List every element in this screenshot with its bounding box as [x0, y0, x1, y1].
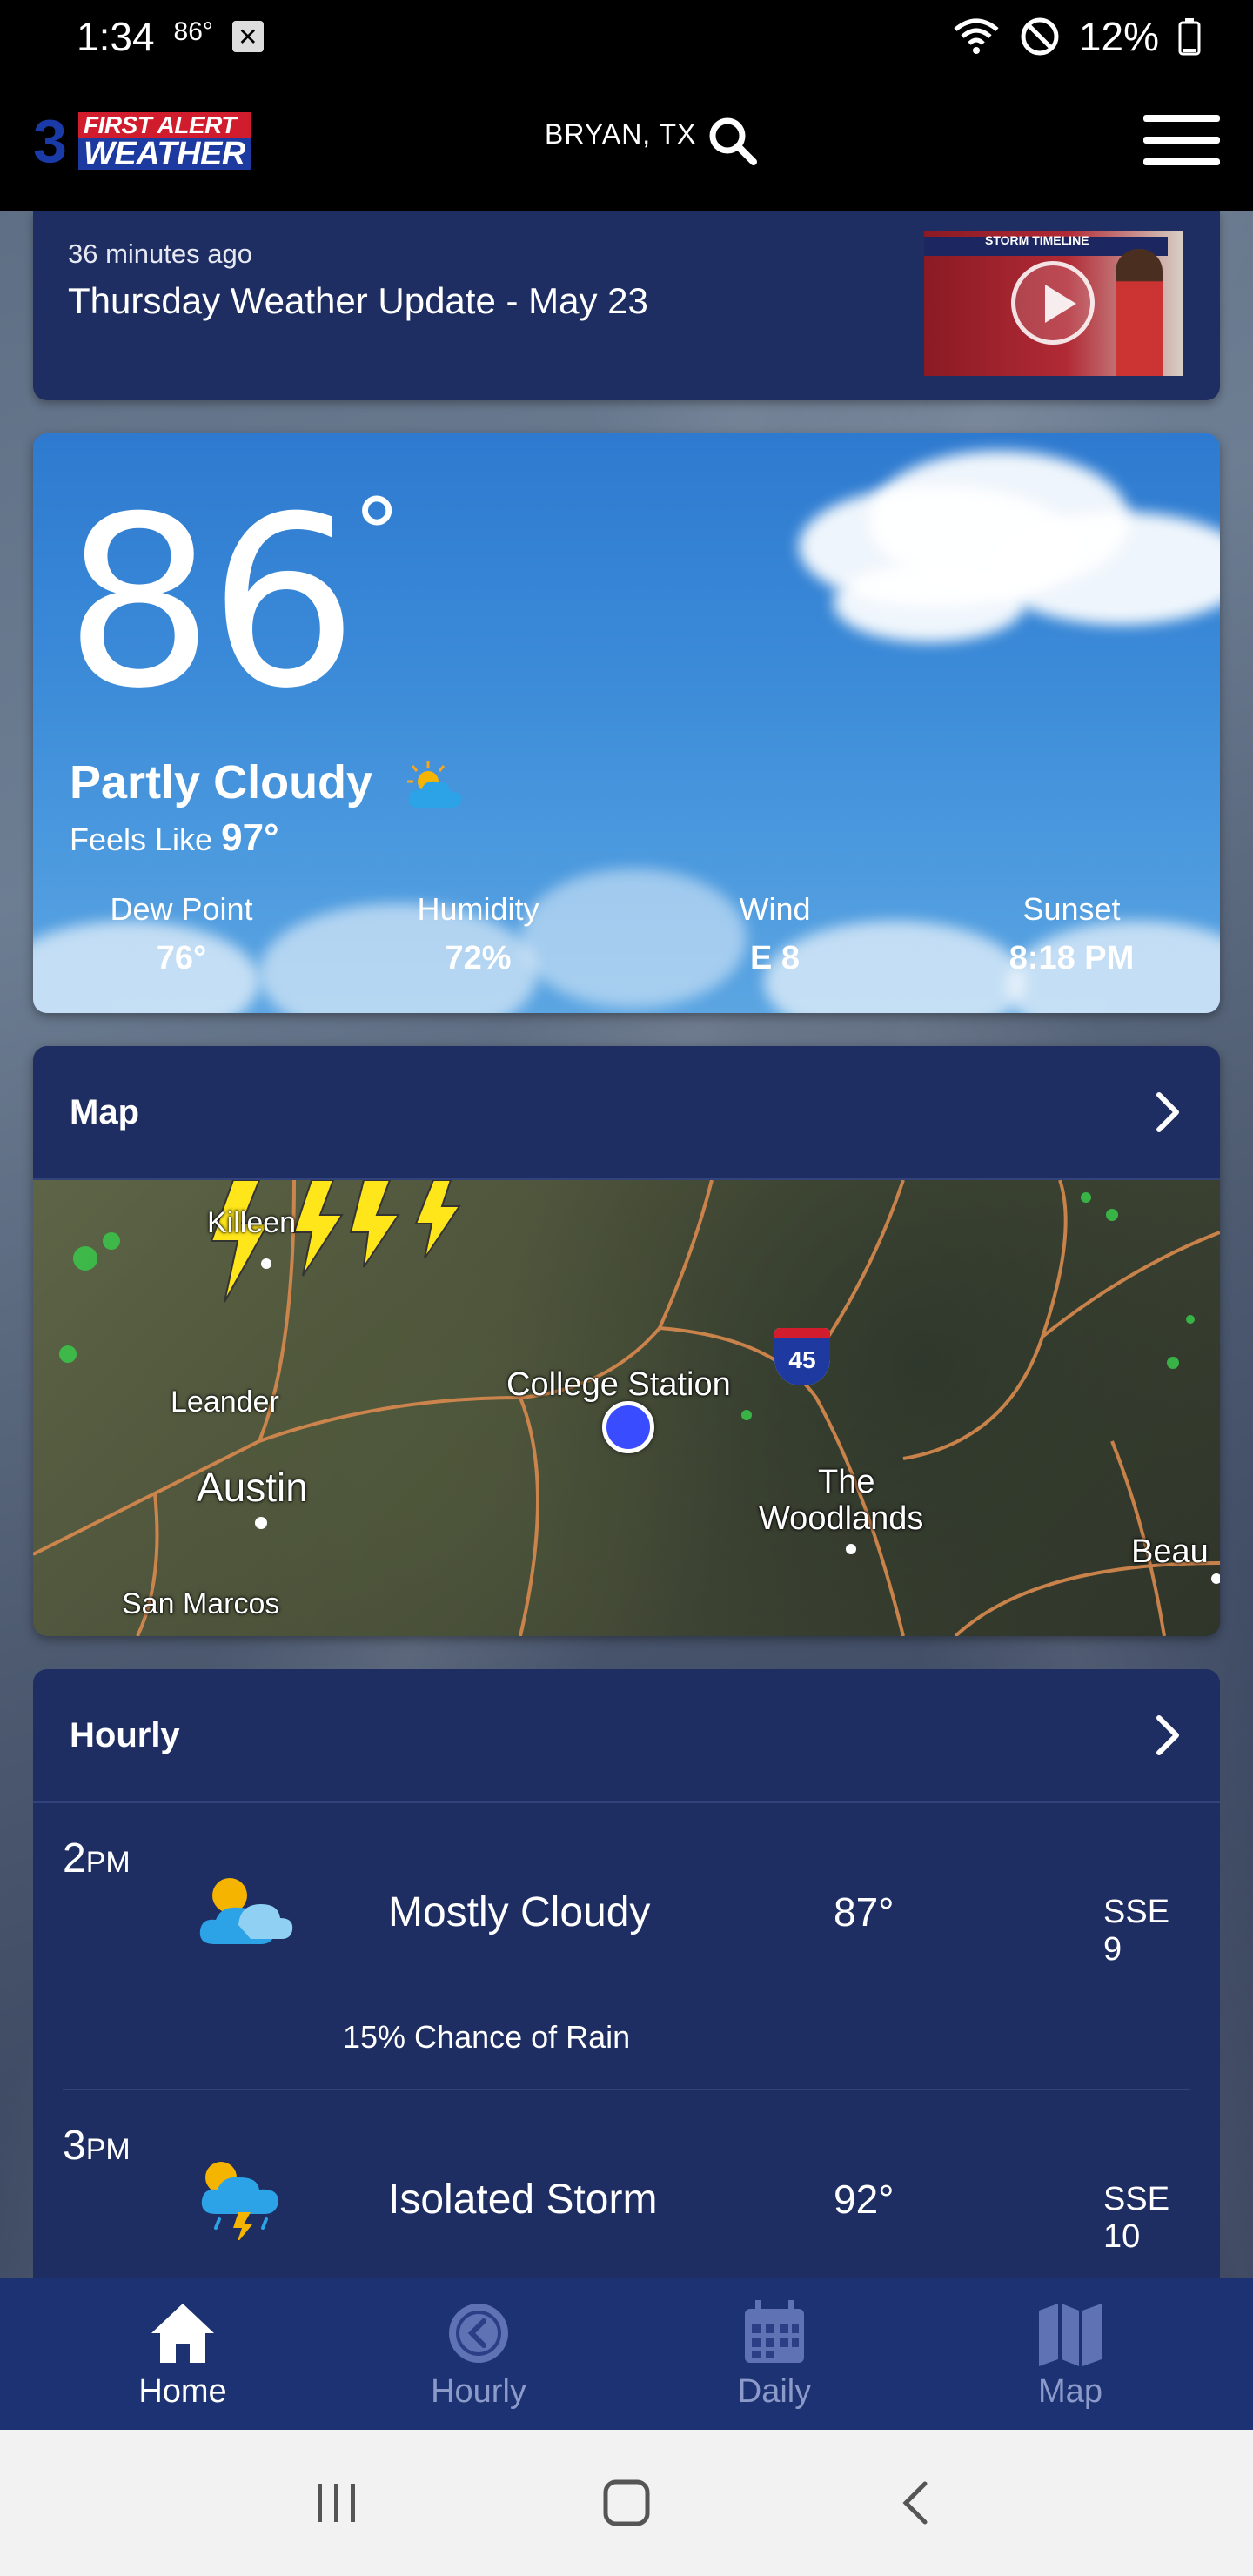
calendar-icon [745, 2299, 804, 2363]
interstate-shield-icon: 45 [774, 1328, 830, 1385]
tab-hourly[interactable]: Hourly [365, 2298, 592, 2411]
degree-symbol: ° [352, 478, 401, 589]
hour-wind: SSE 9 [1103, 1894, 1170, 1968]
hour-time: 3PM [63, 2123, 131, 2169]
video-time-ago: 36 minutes ago [68, 238, 252, 269]
notification-icon: ✕ [231, 21, 264, 52]
app-header: 3 FIRST ALERT WEATHER BRYAN, TX [0, 73, 1253, 211]
hourly-card-title: Hourly [70, 1715, 180, 1754]
tab-map[interactable]: Map [957, 2298, 1183, 2411]
hour-time: 2PM [63, 1835, 131, 1882]
logo-text-first-alert: FIRST ALERT [78, 112, 251, 138]
hour-temperature: 87° [834, 1889, 895, 1935]
home-icon [151, 2303, 214, 2363]
hourly-card[interactable]: Hourly 2PM Mostly Cloudy 87° SSE 9 15% C… [33, 1669, 1220, 2278]
feels-like-value: 97° [221, 816, 279, 859]
status-time: 1:34 [77, 14, 155, 59]
map-card[interactable]: Map Killeen Leander Austin San Marcos Co… [33, 1046, 1220, 1636]
hour-rain-chance: 15% Chance of Rain [343, 2019, 631, 2055]
mostly-cloudy-icon [199, 1878, 293, 1944]
tab-home[interactable]: Home [70, 2298, 296, 2411]
map-label-the: The [818, 1464, 875, 1500]
app-logo[interactable]: 3 FIRST ALERT WEATHER [33, 111, 270, 171]
stat-humidity: Humidity 72% [417, 891, 539, 976]
feels-like-label: Feels Like [70, 822, 213, 857]
home-square-icon [603, 2479, 650, 2526]
clock-back-icon [449, 2303, 508, 2363]
battery-icon [1178, 18, 1201, 56]
map-label-san-marcos: San Marcos [122, 1587, 280, 1620]
stat-wind: Wind E 8 [739, 891, 811, 976]
tab-label-hourly: Hourly [431, 2372, 526, 2410]
back-button[interactable] [881, 2468, 951, 2538]
map-card-header[interactable]: Map [33, 1046, 1220, 1180]
status-bar: 1:34 86° ✕ 12% [0, 0, 1253, 73]
logo-mark: 3 [33, 107, 67, 175]
tab-daily[interactable]: Daily [661, 2298, 888, 2411]
map-label-leander: Leander [171, 1385, 279, 1419]
battery-percent: 12% [1078, 14, 1159, 59]
hourly-row[interactable]: 2PM Mostly Cloudy 87° SSE 9 15% Chance o… [63, 1803, 1190, 2090]
video-thumbnail[interactable]: STORM TIMELINE [924, 231, 1183, 376]
status-temp: 86° [173, 17, 213, 46]
system-nav-bar [0, 2430, 1253, 2576]
video-title: Thursday Weather Update - May 23 [68, 280, 648, 321]
current-temperature: 86° [64, 466, 401, 740]
map-label-woodlands: Woodlands [759, 1500, 924, 1537]
search-icon[interactable] [705, 113, 761, 169]
map-card-title: Map [70, 1092, 139, 1131]
stat-sunset: Sunset 8:18 PM [1008, 891, 1135, 976]
thumbnail-header-text: STORM TIMELINE [985, 233, 1089, 247]
current-conditions-card: 86° Partly Cloudy Feels Like 97° Dew Poi… [33, 433, 1220, 1013]
wifi-icon [954, 18, 999, 54]
map-label-college-station: College Station [506, 1366, 731, 1403]
bottom-tab-bar: Home Hourly Daily Map [0, 2278, 1253, 2430]
partly-cloudy-icon [407, 761, 462, 808]
hourly-card-header[interactable]: Hourly [33, 1669, 1220, 1803]
recent-apps-button[interactable] [302, 2468, 372, 2538]
feels-like: Feels Like 97° [70, 816, 279, 860]
home-button[interactable] [592, 2468, 661, 2538]
video-update-card[interactable]: 36 minutes ago Thursday Weather Update -… [33, 211, 1220, 400]
hour-temperature: 92° [834, 2177, 895, 2222]
tab-label-home: Home [138, 2372, 227, 2410]
current-location-marker [602, 1401, 654, 1453]
tab-label-map: Map [1038, 2372, 1102, 2410]
hour-condition: Isolated Storm [388, 2177, 658, 2223]
do-not-disturb-icon [1021, 17, 1059, 56]
hourly-row[interactable]: 3PM Isolated Storm 92° SSE 10 [63, 2090, 1190, 2278]
play-icon[interactable] [1011, 261, 1095, 345]
storm-icon [201, 2162, 278, 2240]
chevron-right-icon[interactable] [1150, 1086, 1185, 1138]
current-condition: Partly Cloudy [70, 756, 373, 808]
map-label-beaumont: Beau [1131, 1533, 1209, 1570]
map-icon [1039, 2303, 1102, 2366]
hour-wind: SSE 10 [1103, 2181, 1170, 2255]
conditions-stats: Dew Point 76° Humidity 72% Wind E 8 Suns… [33, 891, 1220, 977]
recent-apps-icon [317, 2484, 355, 2522]
map-label-austin: Austin [197, 1465, 308, 1510]
chevron-right-icon[interactable] [1150, 1709, 1185, 1761]
hour-condition: Mostly Cloudy [388, 1889, 651, 1935]
stat-dew-point: Dew Point 76° [110, 891, 253, 976]
logo-text-weather: WEATHER [78, 138, 251, 171]
back-chevron-icon [902, 2481, 928, 2525]
location-label[interactable]: BRYAN, TX [545, 118, 696, 151]
hamburger-menu-icon[interactable] [1143, 115, 1223, 171]
tab-label-daily: Daily [737, 2372, 812, 2410]
radar-map[interactable]: Killeen Leander Austin San Marcos Colleg… [33, 1180, 1220, 1636]
map-label-killeen: Killeen [207, 1206, 297, 1239]
